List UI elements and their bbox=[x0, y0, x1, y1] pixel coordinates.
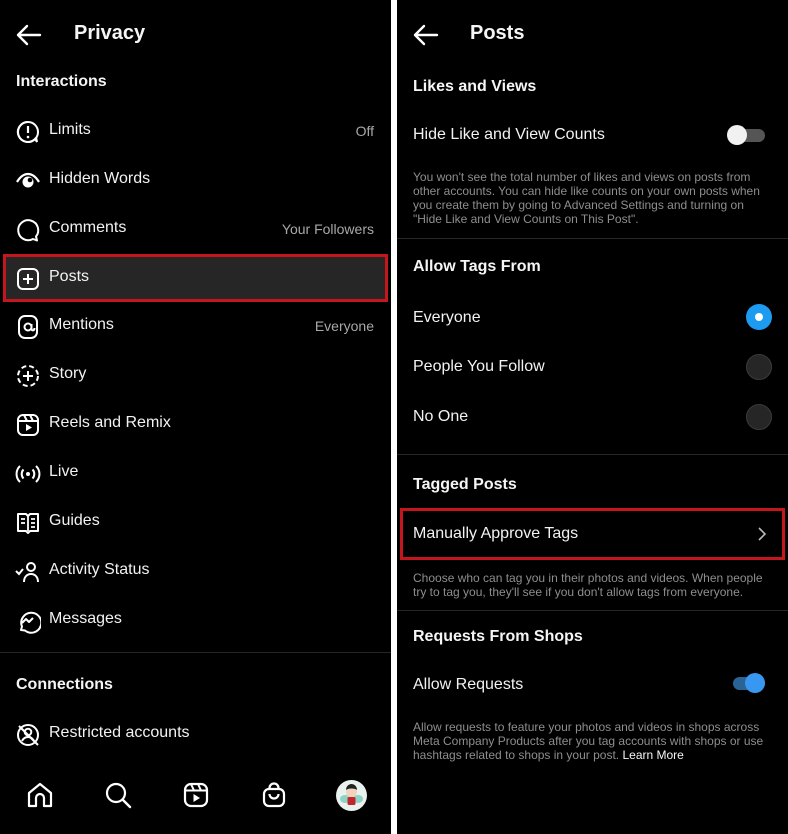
menu-item-label: Guides bbox=[49, 512, 100, 529]
arrow-left-icon bbox=[413, 24, 439, 46]
menu-item-mentions[interactable]: Mentions Everyone bbox=[0, 302, 391, 350]
nav-reels-button[interactable] bbox=[181, 780, 211, 810]
section-title-connections: Connections bbox=[16, 676, 113, 693]
menu-item-label: Story bbox=[49, 365, 87, 382]
page-title: Posts bbox=[470, 22, 525, 44]
menu-item-posts[interactable]: Posts bbox=[3, 254, 388, 302]
tagged-posts-description: Choose who can tag you in their photos a… bbox=[413, 571, 763, 599]
guides-icon bbox=[17, 513, 39, 534]
nav-search-button[interactable] bbox=[103, 780, 133, 810]
menu-item-story[interactable]: Story bbox=[0, 351, 391, 399]
divider bbox=[397, 610, 788, 611]
hide-like-counts-toggle[interactable] bbox=[727, 123, 767, 147]
menu-item-guides[interactable]: Guides bbox=[0, 498, 391, 546]
menu-item-label: Limits bbox=[49, 121, 91, 138]
option-label: No One bbox=[413, 408, 469, 425]
menu-item-comments[interactable]: Comments Your Followers bbox=[0, 205, 391, 253]
radio-everyone[interactable] bbox=[746, 304, 772, 330]
menu-item-value: Your Followers bbox=[281, 221, 374, 237]
menu-item-reels-remix[interactable]: Reels and Remix bbox=[0, 400, 391, 448]
privacy-header: Privacy bbox=[0, 18, 391, 52]
live-icon bbox=[15, 465, 41, 483]
menu-item-label: Posts bbox=[49, 268, 90, 285]
menu-item-limits[interactable]: Limits Off bbox=[0, 107, 391, 155]
manually-approve-tags-label: Manually Approve Tags bbox=[413, 525, 579, 542]
hide-like-counts-row[interactable]: Hide Like and View Counts bbox=[397, 112, 788, 158]
menu-item-value: Off bbox=[355, 123, 374, 139]
menu-item-hidden-words[interactable]: Hidden Words bbox=[0, 156, 391, 204]
toggle-knob bbox=[745, 673, 765, 693]
option-label: Everyone bbox=[413, 309, 481, 326]
section-title-tagged-posts: Tagged Posts bbox=[413, 476, 517, 493]
reels-icon bbox=[183, 782, 209, 808]
menu-item-label: Restricted accounts bbox=[49, 724, 190, 741]
tag-option-no-one[interactable]: No One bbox=[397, 394, 788, 440]
hidden-words-icon bbox=[16, 172, 40, 188]
menu-item-restricted-accounts[interactable]: Restricted accounts bbox=[0, 710, 391, 758]
restricted-icon bbox=[17, 724, 39, 746]
shops-description: Allow requests to feature your photos an… bbox=[413, 720, 773, 762]
menu-item-activity-status[interactable]: Activity Status bbox=[0, 547, 391, 595]
activity-status-icon bbox=[15, 562, 39, 583]
home-icon bbox=[27, 782, 53, 808]
allow-requests-row[interactable]: Allow Requests bbox=[397, 661, 788, 707]
menu-item-label: Hidden Words bbox=[49, 170, 151, 187]
radio-people-you-follow[interactable] bbox=[746, 354, 772, 380]
menu-item-value: Everyone bbox=[314, 318, 374, 334]
shops-description-text: Allow requests to feature your photos an… bbox=[413, 720, 764, 762]
divider bbox=[397, 238, 788, 239]
privacy-screen: Privacy Interactions Limits Off Hidden W… bbox=[0, 0, 391, 834]
page-title: Privacy bbox=[74, 22, 146, 44]
nav-shop-button[interactable] bbox=[259, 780, 289, 810]
add-post-icon bbox=[17, 268, 39, 290]
search-icon bbox=[105, 782, 132, 809]
chevron-right-icon bbox=[758, 527, 767, 541]
section-title-interactions: Interactions bbox=[16, 73, 107, 90]
profile-avatar[interactable] bbox=[336, 780, 367, 811]
menu-item-label: Mentions bbox=[49, 316, 114, 333]
posts-header: Posts bbox=[397, 18, 788, 52]
menu-item-label: Reels and Remix bbox=[49, 414, 171, 431]
tag-option-everyone[interactable]: Everyone bbox=[397, 294, 788, 340]
allow-requests-label: Allow Requests bbox=[413, 676, 524, 693]
section-title-allow-tags: Allow Tags From bbox=[413, 258, 541, 275]
posts-settings-screen: Posts Likes and Views Hide Like and View… bbox=[397, 0, 788, 834]
menu-item-label: Live bbox=[49, 463, 79, 480]
section-title-requests-from-shops: Requests From Shops bbox=[413, 628, 583, 645]
shop-icon bbox=[262, 782, 286, 808]
hide-like-counts-label: Hide Like and View Counts bbox=[413, 126, 605, 143]
allow-requests-toggle[interactable] bbox=[727, 671, 767, 695]
mention-icon bbox=[18, 315, 38, 339]
likes-views-description: You won't see the total number of likes … bbox=[413, 170, 760, 226]
comment-icon bbox=[17, 219, 40, 242]
nav-home-button[interactable] bbox=[25, 780, 55, 810]
divider bbox=[0, 652, 391, 653]
bottom-navigation bbox=[0, 772, 391, 822]
story-icon bbox=[17, 365, 39, 387]
manually-approve-tags-row[interactable]: Manually Approve Tags bbox=[400, 508, 785, 560]
menu-item-label: Comments bbox=[49, 219, 127, 236]
divider bbox=[397, 454, 788, 455]
limits-icon bbox=[16, 120, 39, 143]
option-label: People You Follow bbox=[413, 358, 545, 375]
menu-item-label: Activity Status bbox=[49, 561, 150, 578]
menu-item-messages[interactable]: Messages bbox=[0, 596, 391, 644]
learn-more-link[interactable]: Learn More bbox=[622, 748, 683, 762]
avatar-image bbox=[340, 784, 363, 805]
radio-no-one[interactable] bbox=[746, 404, 772, 430]
messenger-icon bbox=[20, 611, 41, 634]
arrow-left-icon bbox=[16, 24, 42, 46]
reels-icon bbox=[17, 414, 39, 436]
back-button[interactable] bbox=[411, 22, 441, 48]
tag-option-people-you-follow[interactable]: People You Follow bbox=[397, 344, 788, 390]
menu-item-live[interactable]: Live bbox=[0, 449, 391, 497]
section-title-likes-views: Likes and Views bbox=[413, 78, 537, 95]
menu-item-label: Messages bbox=[49, 610, 122, 627]
back-button[interactable] bbox=[14, 22, 44, 48]
toggle-knob bbox=[727, 125, 747, 145]
